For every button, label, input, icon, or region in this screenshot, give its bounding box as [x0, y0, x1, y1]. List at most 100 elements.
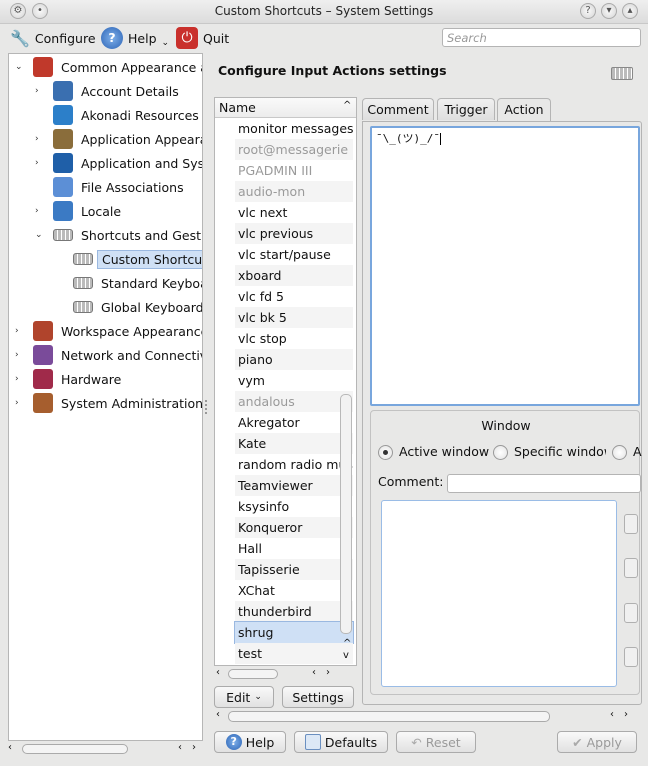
edit-button[interactable]: Edit ⌄	[214, 686, 274, 708]
tree-item[interactable]: › Account Details	[9, 80, 202, 102]
tree-item[interactable]: Standard Keyboard Shortcuts	[9, 272, 202, 294]
list-item[interactable]: piano	[235, 349, 353, 370]
list-item[interactable]: vym	[235, 370, 353, 391]
tree-item[interactable]: › Hardware	[9, 368, 202, 390]
chevron-right-icon[interactable]: ›	[15, 326, 25, 336]
help-menu-button[interactable]: ? Help ⌄	[101, 26, 169, 50]
scroll-left-icon[interactable]: ‹	[216, 667, 220, 678]
scroll-right-icon[interactable]: ›	[326, 667, 330, 678]
chevron-right-icon[interactable]: ›	[15, 398, 25, 408]
category-tree[interactable]: ⌄ Common Appearance and Behavior › Account …	[8, 53, 203, 741]
apply-button[interactable]: ✔ Apply	[557, 731, 637, 753]
active-window-label[interactable]: Active window	[399, 444, 489, 459]
list-item[interactable]: XChat	[235, 580, 353, 601]
panel-horizontal-scrollbar[interactable]: ‹ ‹ ›	[214, 709, 640, 725]
scroll-up-icon[interactable]: ^	[343, 638, 351, 649]
settings-button[interactable]: Settings	[282, 686, 354, 708]
comment-input[interactable]	[447, 474, 641, 493]
maximize-icon[interactable]: ▴	[622, 3, 638, 19]
tab-trigger[interactable]: Trigger	[437, 98, 495, 120]
chevron-right-icon[interactable]: ›	[35, 206, 45, 216]
list-item[interactable]: vlc bk 5	[235, 307, 353, 328]
scroll-right-icon[interactable]: ›	[624, 709, 628, 720]
tree-item[interactable]: › Locale	[9, 200, 202, 222]
list-item[interactable]: shrug	[234, 621, 354, 644]
list-item[interactable]: andalous	[235, 391, 353, 412]
list-item[interactable]: Konqueror	[235, 517, 353, 538]
specific-window-label[interactable]: Specific window	[514, 444, 606, 459]
chevron-right-icon[interactable]: ›	[35, 86, 45, 96]
window-delete-button[interactable]	[624, 603, 638, 623]
list-item[interactable]: vlc previous	[235, 223, 353, 244]
tree-item[interactable]: Global Keyboard Shortcuts	[9, 296, 202, 318]
chevron-down-icon[interactable]: ⌄	[35, 230, 45, 240]
scroll-left-icon[interactable]: ‹	[216, 709, 220, 720]
list-header-name[interactable]: Name	[215, 98, 356, 118]
scroll-right-icon[interactable]: ›	[192, 742, 196, 753]
list-item[interactable]: PGADMIN III	[235, 160, 353, 181]
scrollbar-thumb[interactable]	[228, 669, 278, 679]
configure-button[interactable]: 🔧 Configure	[10, 27, 96, 49]
all-windows-label-cut[interactable]: A	[633, 444, 642, 459]
chevron-right-icon[interactable]: ›	[35, 158, 45, 168]
scroll-up-icon[interactable]: ^	[343, 100, 351, 111]
tab-action[interactable]: Action	[497, 98, 551, 121]
list-item[interactable]: root@messagerie	[235, 139, 353, 160]
list-item[interactable]: monitor messages	[235, 118, 353, 139]
list-item[interactable]: random radio music	[235, 454, 353, 475]
scroll-left-icon[interactable]: ‹	[312, 667, 316, 678]
window-edit-button[interactable]	[624, 558, 638, 578]
scrollbar-thumb[interactable]	[22, 744, 128, 754]
list-item[interactable]: thunderbird	[235, 601, 353, 622]
list-item[interactable]: vlc stop	[235, 328, 353, 349]
tree-item[interactable]: Custom Shortcuts	[9, 248, 202, 270]
scroll-left-icon[interactable]: ‹	[610, 709, 614, 720]
defaults-button[interactable]: Defaults	[294, 731, 388, 753]
tree-horizontal-scrollbar[interactable]: ‹ ‹ ›	[8, 741, 203, 758]
list-scrollbar-thumb[interactable]	[340, 394, 352, 634]
reset-button[interactable]: ↶ Reset	[396, 731, 476, 753]
help-question-icon[interactable]: ?	[580, 3, 596, 19]
list-item[interactable]: Teamviewer	[235, 475, 353, 496]
list-horizontal-scrollbar[interactable]: ‹ ‹ ›	[214, 667, 357, 681]
scroll-left-icon[interactable]: ‹	[8, 742, 12, 753]
chevron-down-icon[interactable]: ⌄	[15, 62, 25, 72]
tree-item[interactable]: ⌄ Shortcuts and Gestures	[9, 224, 202, 246]
scroll-left-icon[interactable]: ‹	[178, 742, 182, 753]
minimize-icon[interactable]: ▾	[601, 3, 617, 19]
tree-item[interactable]: Akonadi Resources Configuration	[9, 104, 202, 126]
tree-item[interactable]: › Application Appearance	[9, 128, 202, 150]
search-input[interactable]: Search	[442, 28, 641, 47]
quit-button[interactable]: ⏻ Quit	[176, 26, 229, 50]
action-text-editor[interactable]: ¯\_(ツ)_/¯	[370, 126, 640, 406]
tree-item[interactable]: › Application and System Notifications	[9, 152, 202, 174]
window-extra-button[interactable]	[624, 647, 638, 667]
tree-item[interactable]: ⌄ Common Appearance and Behavior	[9, 56, 202, 78]
active-window-radio[interactable]	[378, 445, 393, 460]
tree-item[interactable]: › System Administration	[9, 392, 202, 414]
tree-item[interactable]: › Workspace Appearance and Behavior	[9, 320, 202, 342]
window-list-box[interactable]	[381, 500, 617, 687]
list-item[interactable]: audio-mon	[235, 181, 353, 202]
chevron-right-icon[interactable]: ›	[15, 374, 25, 384]
list-item[interactable]: Hall	[235, 538, 353, 559]
scroll-down-icon[interactable]: v	[343, 650, 349, 661]
list-item[interactable]: Kate	[235, 433, 353, 454]
list-item[interactable]: xboard	[235, 265, 353, 286]
all-windows-radio[interactable]	[612, 445, 627, 460]
list-item[interactable]: Akregator	[235, 412, 353, 433]
chevron-right-icon[interactable]: ›	[35, 134, 45, 144]
action-list[interactable]: Name monitor messages root@messagerie PGAD…	[214, 97, 357, 666]
list-item[interactable]: vlc start/pause	[235, 244, 353, 265]
list-item[interactable]: Tapisserie	[235, 559, 353, 580]
tree-item[interactable]: › Network and Connectivity	[9, 344, 202, 366]
tab-comment[interactable]: Comment	[362, 98, 434, 120]
footer-help-button[interactable]: ? Help	[214, 731, 286, 753]
window-new-button[interactable]	[624, 514, 638, 534]
list-item[interactable]: ksysinfo	[235, 496, 353, 517]
list-item[interactable]: test	[235, 643, 353, 664]
list-item[interactable]: vlc next	[235, 202, 353, 223]
list-item[interactable]: vlc fd 5	[235, 286, 353, 307]
splitter-handle[interactable]	[205, 400, 209, 414]
tree-item[interactable]: File Associations	[9, 176, 202, 198]
